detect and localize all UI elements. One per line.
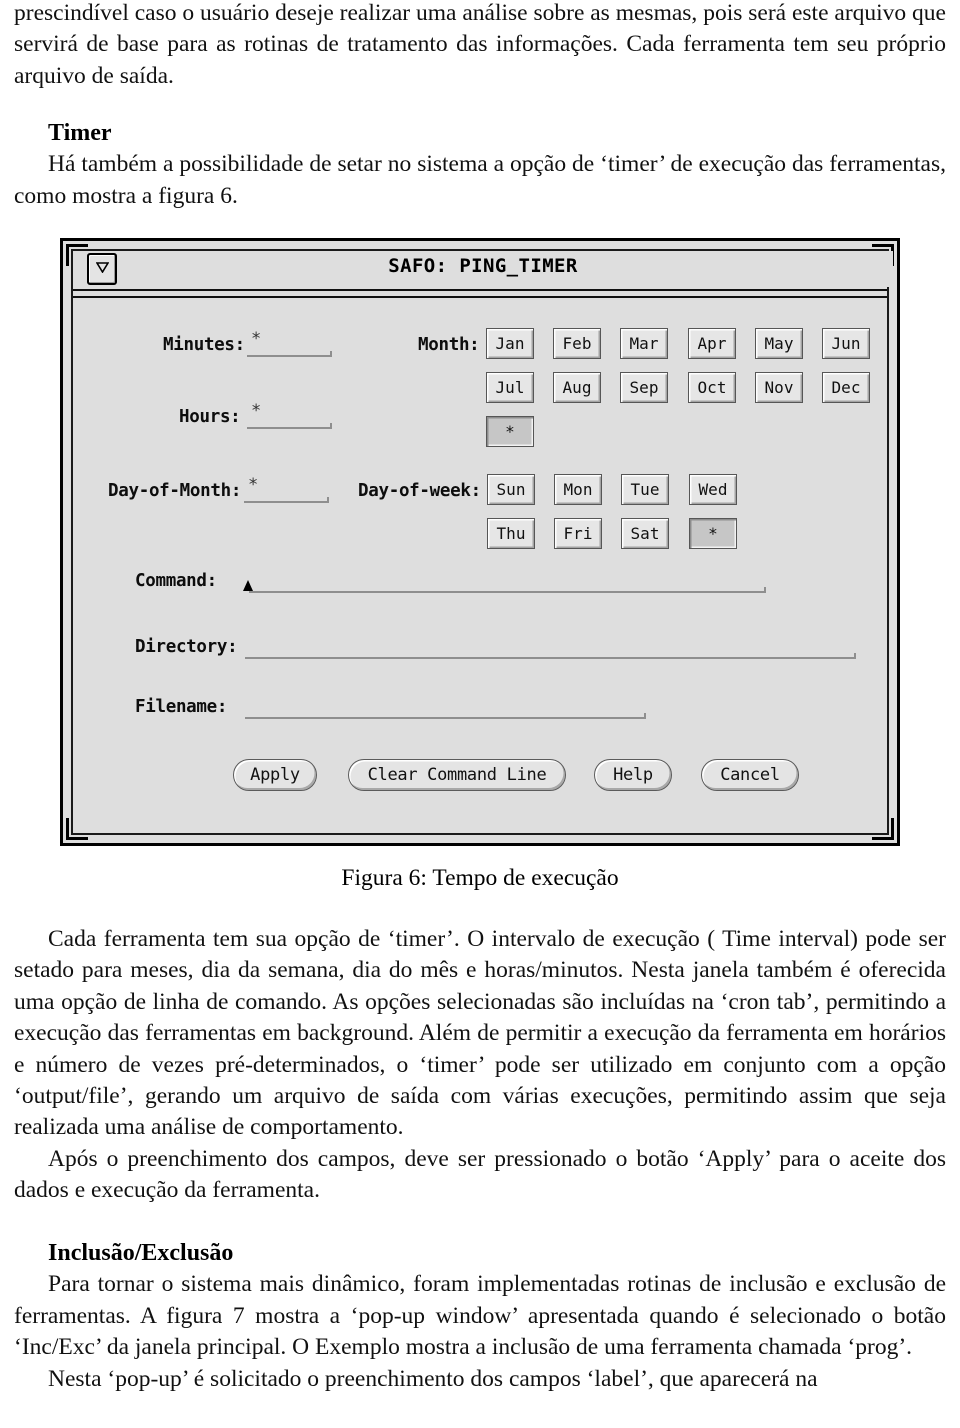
hours-input[interactable]: *	[247, 401, 332, 429]
paragraph-timer-description: Cada ferramenta tem sua opção de ‘timer’…	[14, 926, 946, 1141]
hours-value: *	[251, 401, 262, 421]
inclusion-exclusion-heading: Inclusão/Exclusão	[48, 1240, 234, 1266]
day-of-week-button-sun[interactable]: Sun	[487, 474, 535, 505]
window-titlebar[interactable]: SAFO: PING_TIMER	[73, 251, 893, 287]
figure-caption: Figura 6: Tempo de execução	[341, 865, 619, 891]
text-caret-icon	[243, 580, 253, 591]
cancel-button[interactable]: Cancel	[701, 759, 799, 791]
timer-section: Timer Há também a possibilidade de setar…	[14, 118, 946, 212]
day-of-week-button-any[interactable]: *	[689, 518, 737, 549]
month-button-dec[interactable]: Dec	[822, 372, 870, 403]
month-button-apr[interactable]: Apr	[688, 328, 736, 359]
window-title: SAFO: PING_TIMER	[388, 255, 578, 277]
apply-button[interactable]: Apply	[233, 759, 317, 791]
day-of-month-input[interactable]: *	[244, 475, 329, 503]
filename-input[interactable]	[245, 693, 646, 719]
month-button-feb[interactable]: Feb	[553, 328, 601, 359]
window-frame: SAFO: PING_TIMER Minutes: * Hours: * Day…	[60, 238, 900, 846]
command-input[interactable]	[243, 567, 766, 593]
day-of-week-button-mon[interactable]: Mon	[554, 474, 602, 505]
month-button-may[interactable]: May	[755, 328, 803, 359]
paragraph-block-middle: Cada ferramenta tem sua opção de ‘timer’…	[14, 924, 946, 1207]
document-page: prescindível caso o usuário deseje reali…	[0, 0, 960, 1428]
directory-input[interactable]	[245, 633, 856, 659]
minutes-value: *	[251, 329, 262, 349]
paragraph-intro: prescindível caso o usuário deseje reali…	[14, 0, 946, 89]
day-of-week-button-wed[interactable]: Wed	[689, 474, 737, 505]
inclusion-exclusion-section: Inclusão/Exclusão Para tornar o sistema …	[14, 1238, 946, 1395]
hours-label: Hours:	[179, 407, 241, 427]
help-button[interactable]: Help	[594, 759, 672, 791]
minutes-label: Minutes:	[163, 335, 245, 355]
month-button-aug[interactable]: Aug	[553, 372, 601, 403]
directory-label: Directory:	[135, 637, 238, 657]
clear-command-line-button[interactable]: Clear Command Line	[348, 759, 566, 791]
month-button-mar[interactable]: Mar	[620, 328, 668, 359]
inclusion-paragraph-2: Nesta ‘pop-up’ é solicitado o preenchime…	[48, 1365, 818, 1392]
paragraph-apply-button: Após o preenchimento dos campos, deve se…	[14, 1145, 946, 1204]
day-of-week-button-thu[interactable]: Thu	[487, 518, 535, 549]
day-of-month-value: *	[248, 475, 259, 495]
command-label: Command:	[135, 571, 217, 591]
month-button-nov[interactable]: Nov	[755, 372, 803, 403]
month-button-oct[interactable]: Oct	[688, 372, 736, 403]
inclusion-paragraph-1: Para tornar o sistema mais dinâmico, for…	[14, 1271, 946, 1361]
timer-paragraph: Há também a possibilidade de setar no si…	[14, 151, 946, 209]
day-of-week-button-fri[interactable]: Fri	[554, 518, 602, 549]
minutes-input[interactable]: *	[247, 329, 332, 357]
day-of-week-label: Day-of-week:	[358, 481, 481, 501]
day-of-week-button-sat[interactable]: Sat	[621, 518, 669, 549]
figure-6-timer-window: SAFO: PING_TIMER Minutes: * Hours: * Day…	[60, 238, 900, 846]
month-button-sep[interactable]: Sep	[620, 372, 668, 403]
month-button-jan[interactable]: Jan	[486, 328, 534, 359]
paragraph-block-top: prescindível caso o usuário deseje reali…	[14, 0, 946, 92]
month-button-any[interactable]: *	[486, 416, 534, 447]
month-button-jul[interactable]: Jul	[486, 372, 534, 403]
timer-heading: Timer	[48, 120, 112, 146]
day-of-month-label: Day-of-Month:	[108, 481, 242, 501]
window-body: Minutes: * Hours: * Day-of-Month: * Mont…	[73, 297, 893, 837]
month-button-jun[interactable]: Jun	[822, 328, 870, 359]
filename-label: Filename:	[135, 697, 228, 717]
day-of-week-button-tue[interactable]: Tue	[621, 474, 669, 505]
month-label: Month:	[418, 335, 480, 355]
